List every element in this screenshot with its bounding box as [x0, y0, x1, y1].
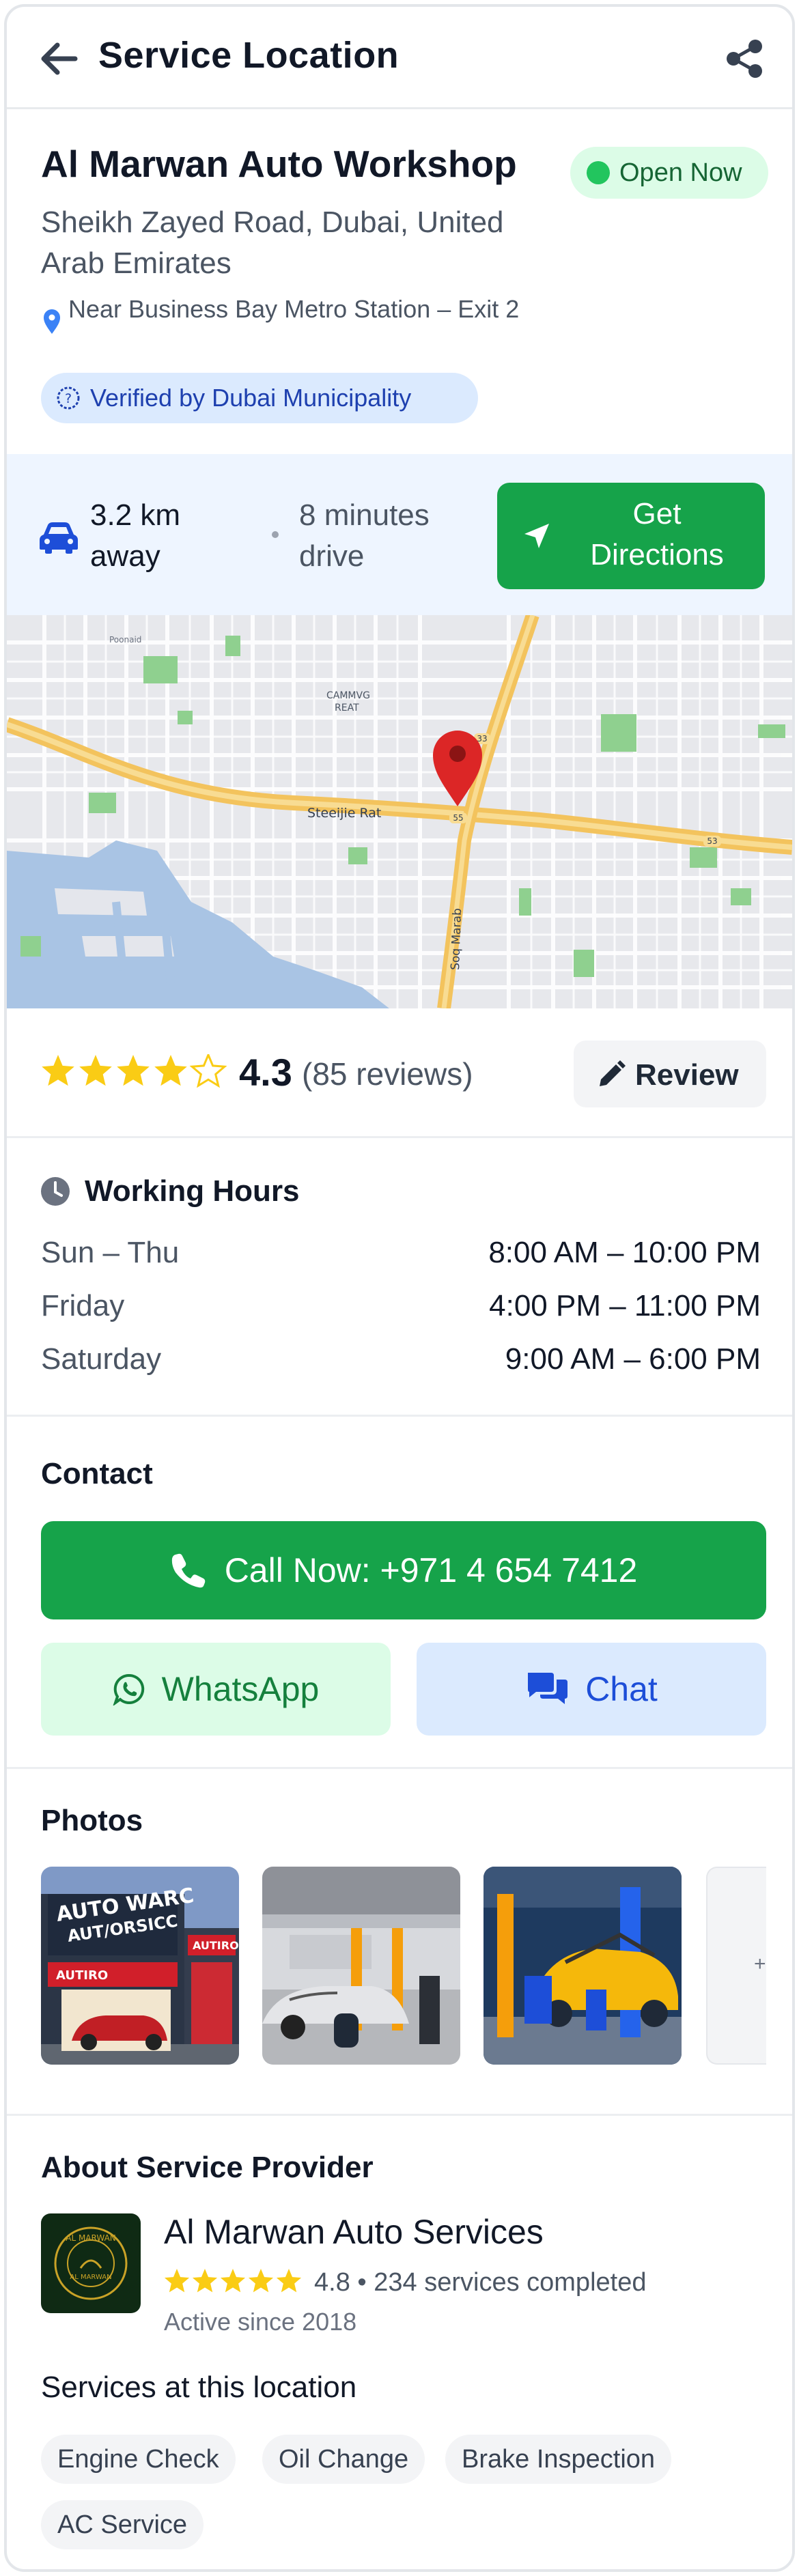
star-icon	[276, 2269, 302, 2293]
map-area-label: REAT	[335, 703, 359, 713]
photo-storefront[interactable]: AUTO WARC AUT/ORSICC AUTIRO AUTIRO	[41, 1867, 239, 2065]
open-status-badge: Open Now	[570, 147, 768, 199]
provider-rating-stars	[164, 2269, 302, 2293]
provider-section-title: About Service Provider	[41, 2151, 374, 2184]
get-directions-button[interactable]: Get Directions	[497, 483, 765, 589]
whatsapp-icon	[113, 1673, 144, 1705]
shield-check-icon: ?	[57, 386, 80, 410]
map-pin-icon	[44, 309, 60, 334]
open-status-label: Open Now	[619, 158, 742, 187]
app-frame: Service Location Al Marwan Auto Workshop…	[4, 4, 795, 2572]
pencil-icon	[600, 1060, 626, 1086]
provider-name[interactable]: Al Marwan Auto Services	[164, 2212, 544, 2252]
location-map[interactable]: Steeijie Rat Soq Marab CAMMVG REAT Poona…	[7, 615, 792, 1008]
write-review-button[interactable]: Review	[574, 1041, 766, 1107]
service-chip[interactable]: Brake Inspection	[445, 2435, 672, 2484]
storefront-side-sign-text: AUTIRO	[193, 1939, 239, 1952]
chat-bubbles-icon	[528, 1673, 568, 1704]
call-now-button[interactable]: Call Now: +971 4 654 7412	[41, 1521, 766, 1619]
whatsapp-button[interactable]: WhatsApp	[41, 1643, 391, 1736]
distance-value: 3.2 km away	[90, 498, 181, 573]
svg-text:AL MARWAN: AL MARWAN	[66, 2233, 116, 2243]
star-icon	[79, 1055, 112, 1086]
service-chip[interactable]: Oil Change	[262, 2435, 425, 2484]
star-icon	[154, 1055, 187, 1086]
page-title: Service Location	[98, 35, 400, 76]
svg-text:AL MARWAN: AL MARWAN	[70, 2274, 111, 2281]
rating-value: 4.3	[239, 1051, 292, 1094]
provider-meta: 4.8 • 234 services completed	[314, 2268, 647, 2297]
map-area-label: Poonaid	[109, 635, 141, 645]
business-address: Sheikh Zayed Road, Dubai, United Arab Em…	[41, 206, 504, 280]
divider	[7, 1136, 792, 1138]
divider	[7, 1415, 792, 1417]
chat-label: Chat	[585, 1670, 658, 1708]
get-directions-label: Get Directions	[590, 497, 724, 571]
status-dot	[587, 161, 610, 184]
hours-day: Sun – Thu	[41, 1236, 180, 1269]
map-area-label: CAMMVG	[326, 690, 370, 701]
business-name: Al Marwan Auto Workshop	[41, 143, 517, 185]
drive-time: 8 minutes drive	[299, 498, 430, 573]
services-title: Services at this location	[41, 2370, 357, 2404]
verified-badge: ? Verified by Dubai Municipality	[41, 373, 478, 423]
photos-title: Photos	[41, 1804, 143, 1837]
hours-time: 4:00 PM – 11:00 PM	[489, 1289, 761, 1322]
svg-text:33: 33	[477, 734, 487, 744]
verified-label: Verified by Dubai Municipality	[90, 384, 412, 412]
photo-car-on-lift[interactable]	[483, 1867, 682, 2065]
provider-logo: AL MARWAN AL MARWAN	[41, 2213, 141, 2313]
star-icon	[220, 2269, 246, 2293]
service-chip[interactable]: Engine Check	[41, 2435, 236, 2484]
map-road-label: Steeijie Rat	[307, 806, 381, 821]
star-icon	[117, 1055, 150, 1086]
phone-icon	[171, 1553, 205, 1588]
svg-text:53: 53	[707, 836, 717, 846]
provider-active-since: Active since 2018	[164, 2308, 357, 2336]
working-hours-title: Working Hours	[85, 1174, 300, 1208]
divider	[7, 1767, 792, 1769]
storefront-banner-text: AUTIRO	[56, 1968, 108, 1983]
landmark-text: Near Business Bay Metro Station – Exit 2	[68, 295, 520, 323]
distance-strip: 3.2 km away 8 minutes drive Get Directio…	[7, 454, 792, 615]
rating-stars	[42, 1054, 227, 1088]
car-icon	[40, 522, 78, 554]
photo-workshop-interior[interactable]	[262, 1867, 460, 2065]
hours-day: Friday	[41, 1289, 125, 1322]
review-button-label: Review	[635, 1058, 739, 1092]
hours-time: 8:00 AM – 10:00 PM	[488, 1236, 761, 1269]
review-count[interactable]: (85 reviews)	[302, 1056, 473, 1092]
star-icon	[164, 2269, 190, 2293]
top-app-bar: Service Location	[7, 7, 792, 109]
clock-icon	[41, 1177, 70, 1206]
star-icon	[248, 2269, 274, 2293]
separator-dot	[272, 531, 279, 538]
star-icon	[42, 1055, 74, 1086]
map-road-label-vertical: Soq Marab	[449, 908, 464, 970]
share-icon[interactable]	[725, 38, 765, 79]
svg-text:?: ?	[65, 391, 72, 406]
back-arrow-icon[interactable]	[38, 40, 79, 78]
whatsapp-label: WhatsApp	[161, 1670, 320, 1708]
divider	[7, 2114, 792, 2116]
call-now-label: Call Now: +971 4 654 7412	[224, 1551, 638, 1589]
svg-text:55: 55	[453, 813, 463, 823]
navigation-arrow-icon	[524, 524, 549, 548]
hours-day: Saturday	[41, 1342, 162, 1376]
service-chip[interactable]: AC Service	[41, 2500, 204, 2549]
more-photos-tile[interactable]: +	[706, 1867, 766, 2065]
chat-button[interactable]: Chat	[417, 1643, 766, 1736]
star-icon	[192, 2269, 218, 2293]
hours-time: 9:00 AM – 6:00 PM	[505, 1342, 761, 1376]
more-photos-label: +	[754, 1953, 766, 1975]
star-icon	[189, 1054, 227, 1088]
contact-title: Contact	[41, 1457, 153, 1490]
